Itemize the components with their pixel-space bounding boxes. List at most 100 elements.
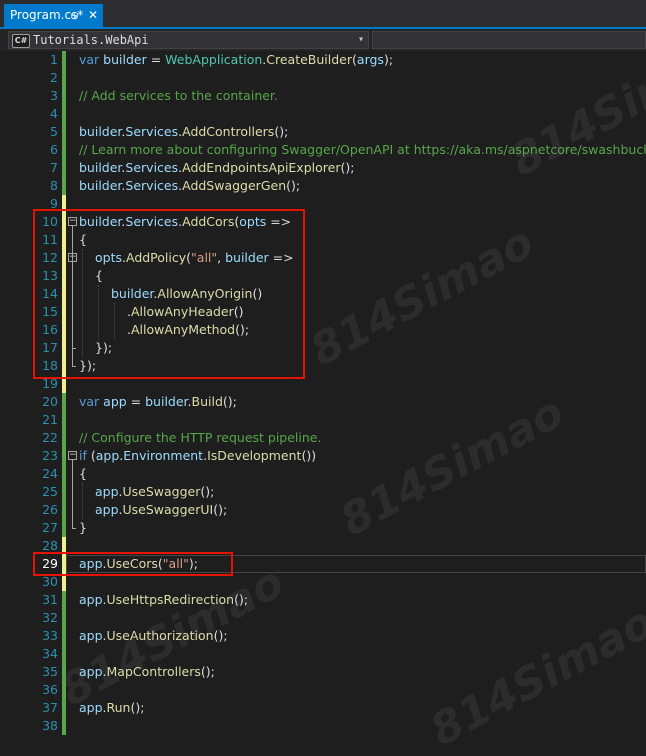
change-indicator <box>62 681 66 699</box>
code-line[interactable]: 37 app.Run(); <box>0 699 646 717</box>
code-text: // Configure the HTTP request pipeline. <box>79 430 322 445</box>
change-indicator <box>62 105 66 123</box>
code-editor[interactable]: 814Simao 814Simao 814Simao 814Simao 814S… <box>0 27 646 756</box>
change-indicator <box>62 393 66 411</box>
code-line[interactable]: 24 { <box>0 465 646 483</box>
change-indicator <box>62 483 66 501</box>
close-icon[interactable]: ✕ <box>88 4 98 27</box>
line-number: 35 <box>42 664 58 679</box>
line-number: 1 <box>50 52 58 67</box>
line-number: 2 <box>50 70 58 85</box>
line-number: 26 <box>42 502 58 517</box>
line-number: 22 <box>42 430 58 445</box>
line-number: 27 <box>42 520 58 535</box>
change-indicator <box>62 609 66 627</box>
change-indicator <box>62 123 66 141</box>
code-line[interactable]: 27} <box>0 519 646 537</box>
change-indicator <box>62 663 66 681</box>
fold-outline <box>72 460 73 528</box>
line-number: 5 <box>50 124 58 139</box>
change-indicator <box>62 717 66 735</box>
member-dropdown[interactable] <box>372 31 646 49</box>
code-line[interactable]: 2 <box>0 69 646 87</box>
change-indicator <box>62 141 66 159</box>
indent-guide <box>82 483 83 519</box>
change-indicator <box>62 591 66 609</box>
line-number: 8 <box>50 178 58 193</box>
change-indicator <box>62 645 66 663</box>
change-indicator <box>62 87 66 105</box>
line-number: 38 <box>42 718 58 733</box>
project-dropdown[interactable]: C# Tutorials.WebApi ▾ <box>8 31 369 49</box>
code-line[interactable]: 8 builder.Services.AddSwaggerGen(); <box>0 177 646 195</box>
code-line[interactable]: 35 app.MapControllers(); <box>0 663 646 681</box>
code-line[interactable]: 3 // Add services to the container. <box>0 87 646 105</box>
change-indicator <box>62 447 66 465</box>
code-text: app.MapControllers(); <box>79 664 215 679</box>
line-number: 32 <box>42 610 58 625</box>
tab-program-cs[interactable]: Program.cs* ⊕ ✕ <box>4 4 103 27</box>
code-text: builder.Services.AddSwaggerGen(); <box>79 178 301 193</box>
change-indicator <box>62 411 66 429</box>
line-number: 36 <box>42 682 58 697</box>
tab-bar: Program.cs* ⊕ ✕ <box>0 0 646 29</box>
code-line[interactable]: 22 // Configure the HTTP request pipeline… <box>0 429 646 447</box>
code-line[interactable]: 36 <box>0 681 646 699</box>
line-number: 4 <box>50 106 58 121</box>
fold-outline-end <box>72 528 76 529</box>
csharp-project-icon: C# <box>12 34 30 48</box>
code-line[interactable]: 6 // Learn more about configuring Swagger… <box>0 141 646 159</box>
project-name: Tutorials.WebApi <box>33 33 149 47</box>
code-text: app.UseSwagger(); <box>95 484 215 499</box>
code-line[interactable]: 5 builder.Services.AddControllers(); <box>0 123 646 141</box>
line-number: 3 <box>50 88 58 103</box>
change-indicator <box>62 177 66 195</box>
code-line[interactable]: 34 <box>0 645 646 663</box>
code-text: if (app.Environment.IsDevelopment()) <box>79 448 317 463</box>
line-number: 24 <box>42 466 58 481</box>
code-line[interactable]: 31 app.UseHttpsRedirection(); <box>0 591 646 609</box>
line-number: 31 <box>42 592 58 607</box>
line-number: 7 <box>50 160 58 175</box>
change-indicator <box>62 519 66 537</box>
line-number: 34 <box>42 646 58 661</box>
code-text: app.Run(); <box>79 700 145 715</box>
line-number: 33 <box>42 628 58 643</box>
code-line[interactable]: 23 − if (app.Environment.IsDevelopment()) <box>0 447 646 465</box>
code-line[interactable]: 33 app.UseAuthorization(); <box>0 627 646 645</box>
code-text: builder.Services.AddEndpointsApiExplorer… <box>79 160 355 175</box>
code-line[interactable]: 4 <box>0 105 646 123</box>
change-indicator <box>62 69 66 87</box>
code-text: builder.Services.AddControllers(); <box>79 124 289 139</box>
line-number: 25 <box>42 484 58 499</box>
line-number: 20 <box>42 394 58 409</box>
code-text: var app = builder.Build(); <box>79 394 237 409</box>
code-line[interactable]: 25 app.UseSwagger(); <box>0 483 646 501</box>
code-text: app.UseSwaggerUI(); <box>95 502 228 517</box>
line-number: 37 <box>42 700 58 715</box>
change-indicator <box>62 159 66 177</box>
code-line[interactable]: 7 builder.Services.AddEndpointsApiExplore… <box>0 159 646 177</box>
line-number: 23 <box>42 448 58 463</box>
code-line[interactable]: 26 app.UseSwaggerUI(); <box>0 501 646 519</box>
code-line[interactable]: 32 <box>0 609 646 627</box>
code-text: } <box>79 520 87 535</box>
code-text: { <box>79 466 87 481</box>
code-line[interactable]: 20 var app = builder.Build(); <box>0 393 646 411</box>
code-text: app.UseAuthorization(); <box>79 628 228 643</box>
change-indicator <box>62 699 66 717</box>
highlight-box <box>33 552 233 576</box>
code-line[interactable]: 38 <box>0 717 646 735</box>
change-indicator <box>62 429 66 447</box>
code-line[interactable]: 21 <box>0 411 646 429</box>
collapse-icon[interactable]: − <box>68 451 77 460</box>
code-text: var builder = WebApplication.CreateBuild… <box>79 52 394 67</box>
code-line[interactable]: 1 var builder = WebApplication.CreateBuil… <box>0 51 646 69</box>
change-indicator <box>62 51 66 69</box>
change-indicator <box>62 627 66 645</box>
line-number: 6 <box>50 142 58 157</box>
highlight-box <box>33 209 305 379</box>
code-text: // Add services to the container. <box>79 88 278 103</box>
pin-icon[interactable]: ⊕ <box>70 4 79 27</box>
line-number: 21 <box>42 412 58 427</box>
